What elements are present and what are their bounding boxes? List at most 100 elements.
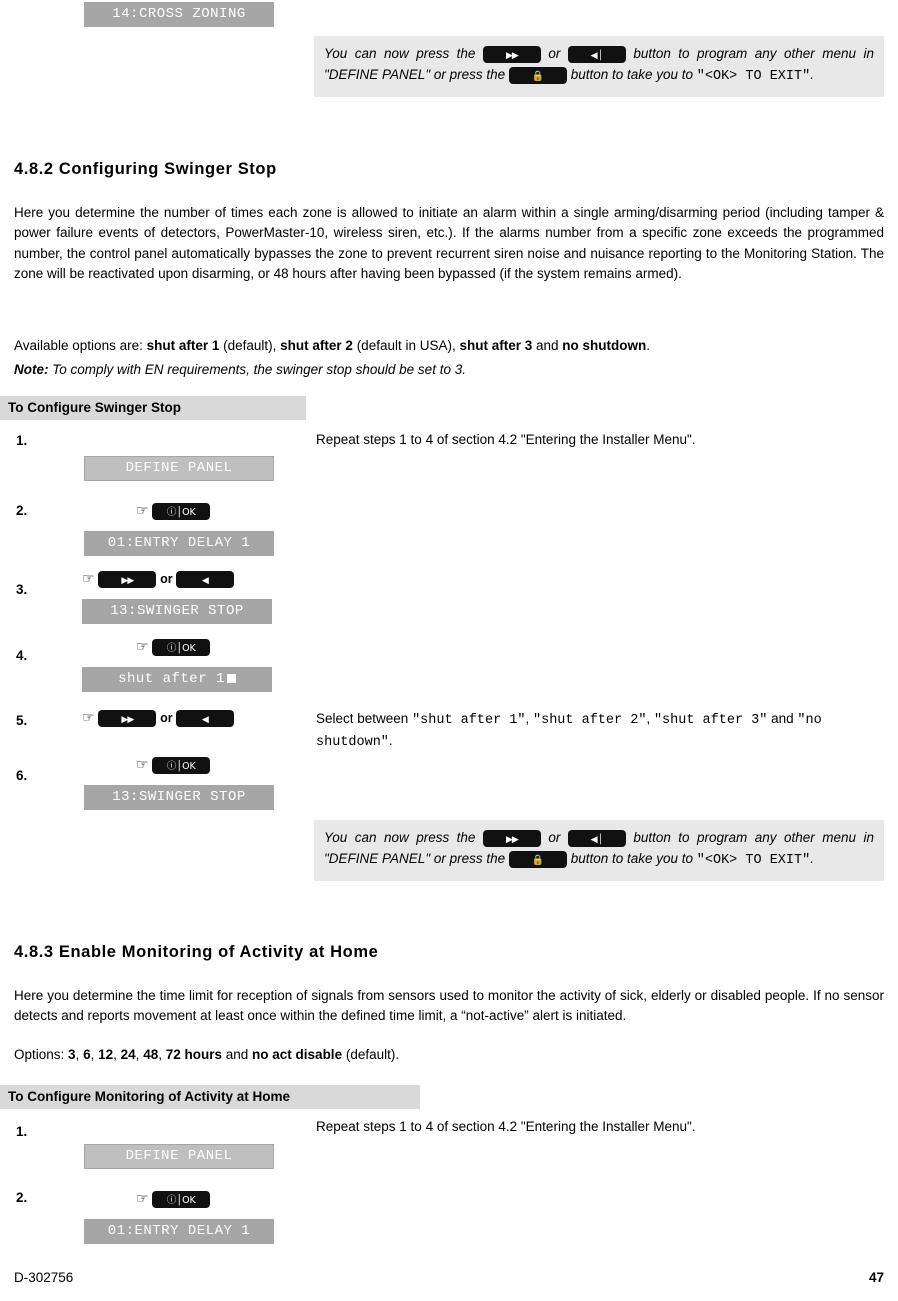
opt-sep-0: , <box>75 1047 84 1062</box>
note2-define-panel: "DEFINE PANEL" <box>324 850 431 866</box>
lcd-shut-after-1-text: shut after 1 <box>118 671 225 687</box>
lcd-define-panel-483: DEFINE PANEL <box>84 1144 274 1169</box>
back-key-icon[interactable] <box>567 829 626 847</box>
option-12: 12 <box>98 1047 114 1062</box>
hand-pointer-icon: ☞ <box>136 503 149 520</box>
step6-keys-482: ☞ <box>136 757 211 774</box>
note-text-2: button to program any other menu in <box>633 46 874 61</box>
hand-pointer-icon: ☞ <box>82 710 95 727</box>
select-sep-3: and <box>767 711 798 726</box>
ok-key-icon[interactable] <box>152 639 211 656</box>
lcd-entry-delay-482: 01:ENTRY DELAY 1 <box>84 531 274 556</box>
option-3: 3 <box>68 1047 76 1062</box>
option-no-act-disable: no act disable <box>252 1047 343 1062</box>
section-heading-482: 4.8.2 Configuring Swinger Stop <box>14 160 277 178</box>
next-key-icon[interactable] <box>482 45 541 63</box>
select-option-1: "shut after 1" <box>412 713 526 728</box>
lcd-shut-after-1: shut after 1 <box>82 667 272 692</box>
note-or-1: or <box>548 46 568 61</box>
step-number-4-482: 4. <box>16 648 28 663</box>
step-number-6-482: 6. <box>16 768 28 783</box>
note-panel-bottom: You can now press the or button to progr… <box>314 820 884 881</box>
step2-keys-483: ☞ <box>136 1191 211 1208</box>
cursor-block-icon <box>226 673 236 683</box>
option-shut-after-1: shut after 1 <box>146 338 220 353</box>
note-exit-1: "<OK> TO EXIT" <box>696 68 811 84</box>
opt-sep-2: , <box>113 1047 121 1062</box>
next-key-icon[interactable] <box>482 829 541 847</box>
repeat-instruction-483: Repeat steps 1 to 4 of section 4.2 "Ente… <box>316 1119 696 1134</box>
document-page: 14:CROSS ZONING You can now press the or… <box>0 0 898 1301</box>
note-panel-top: You can now press the or button to progr… <box>314 36 884 97</box>
lock-key-icon[interactable] <box>508 66 567 84</box>
option-24: 24 <box>120 1047 136 1062</box>
or-label-step5: or <box>160 711 173 726</box>
ok-key-icon[interactable] <box>152 757 211 774</box>
note2-text-3: or press the <box>433 850 509 866</box>
opt-sep-5: and <box>222 1047 253 1062</box>
note-define-panel-1: "DEFINE PANEL" <box>324 66 431 82</box>
ok-key-icon[interactable] <box>152 503 211 520</box>
note2-text-4: button to take you to <box>570 850 697 866</box>
section-482-paragraph: Here you determine the number of times e… <box>14 205 884 281</box>
hand-pointer-icon: ☞ <box>136 757 149 774</box>
option-shut-after-3: shut after 3 <box>459 338 533 353</box>
select-sep-2: , <box>646 711 654 726</box>
option-6: 6 <box>83 1047 91 1062</box>
step-number-2-482: 2. <box>16 503 28 518</box>
note-text-1: You can now press the <box>324 46 483 61</box>
section-482-note: Note: To comply with EN requirements, th… <box>14 362 884 377</box>
back-key-icon[interactable] <box>176 710 235 727</box>
opt-sep-4: , <box>158 1047 166 1062</box>
option-suffix-0: (default), <box>219 338 281 353</box>
lock-key-icon[interactable] <box>508 850 567 868</box>
back-key-icon[interactable] <box>567 45 626 63</box>
step-number-3-482: 3. <box>16 582 28 597</box>
section-483-paragraph: Here you determine the time limit for re… <box>14 988 884 1024</box>
option-suffix-1: (default in USA), <box>352 338 460 353</box>
select-sep-1: , <box>525 711 533 726</box>
note-text-3: or press the <box>433 66 509 82</box>
repeat-instruction-482: Repeat steps 1 to 4 of section 4.2 "Ente… <box>316 432 696 447</box>
hand-pointer-icon: ☞ <box>136 639 149 656</box>
hand-pointer-icon: ☞ <box>136 1191 149 1208</box>
hand-pointer-icon: ☞ <box>82 571 95 588</box>
option-48: 48 <box>143 1047 159 1062</box>
select-prefix: Select between <box>316 711 413 726</box>
lcd-define-panel-482: DEFINE PANEL <box>84 456 274 481</box>
lcd-swinger-stop-1: 13:SWINGER STOP <box>82 599 272 624</box>
footer-doc-code: D-302756 <box>14 1270 74 1285</box>
back-key-icon[interactable] <box>176 571 235 588</box>
step-number-1-483: 1. <box>16 1124 28 1139</box>
note-text-4: button to take you to <box>570 66 697 82</box>
section-heading-483: 4.8.3 Enable Monitoring of Activity at H… <box>14 943 379 961</box>
section-482-options: Available options are: shut after 1 (def… <box>14 338 884 353</box>
step-number-2-483: 2. <box>16 1190 28 1205</box>
options-prefix-483: Options: <box>14 1047 69 1062</box>
step3-keys-482: ☞ or <box>82 571 235 588</box>
select-option-2: "shut after 2" <box>533 713 647 728</box>
step4-keys-482: ☞ <box>136 639 211 656</box>
banner-configure-monitoring-activity: To Configure Monitoring of Activity at H… <box>0 1085 420 1109</box>
option-suffix-2: and <box>532 338 563 353</box>
note-label-482: Note: <box>14 362 49 377</box>
note2-or: or <box>548 830 568 845</box>
options-prefix-482: Available options are: <box>14 338 147 353</box>
step-number-5-482: 5. <box>16 713 28 728</box>
note-text-482: To comply with EN requirements, the swin… <box>48 362 466 377</box>
next-key-icon[interactable] <box>98 710 157 727</box>
ok-key-icon[interactable] <box>152 1191 211 1208</box>
note2-exit: "<OK> TO EXIT" <box>696 852 811 868</box>
note2-text-2: button to program any other menu in <box>633 830 874 845</box>
step5-keys-482: ☞ or <box>82 710 235 727</box>
select-text-482: Select between "shut after 1", "shut aft… <box>316 709 886 754</box>
section-483-options: Options: 3, 6, 12, 24, 48, 72 hours and … <box>14 1047 884 1062</box>
next-key-icon[interactable] <box>98 571 157 588</box>
step-number-1-482: 1. <box>16 433 28 448</box>
footer-page-number: 47 <box>868 1270 884 1285</box>
option-no-shutdown: no shutdown <box>562 338 647 353</box>
opt-sep-1: , <box>90 1047 99 1062</box>
step2-keys-482: ☞ <box>136 503 211 520</box>
or-label-step3: or <box>160 572 173 587</box>
lcd-entry-delay-483: 01:ENTRY DELAY 1 <box>84 1219 274 1244</box>
